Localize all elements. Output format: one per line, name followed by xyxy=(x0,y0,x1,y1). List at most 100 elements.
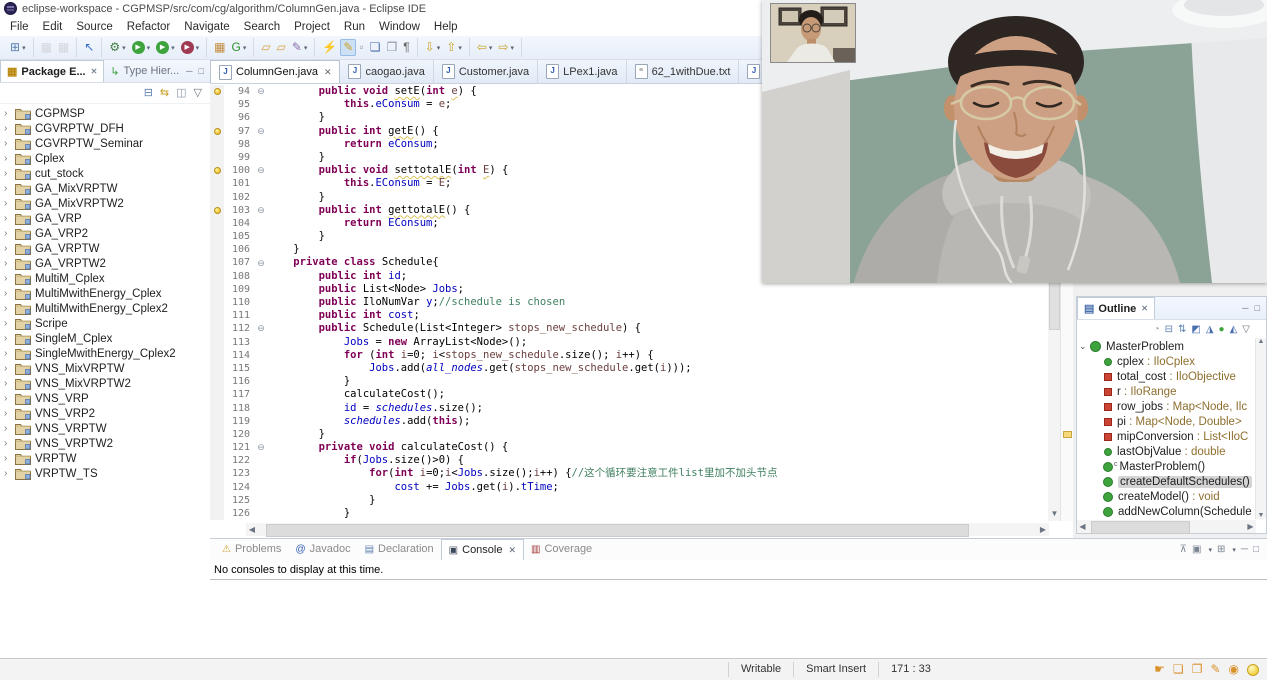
outline-item[interactable]: lastObjValue : double xyxy=(1077,444,1266,459)
code-line[interactable]: public IloNumVar y;//schedule is chosen xyxy=(268,296,565,309)
code-line[interactable]: public int getE() { xyxy=(268,125,439,138)
outline-item[interactable]: cMasterProblem() xyxy=(1077,459,1266,474)
hide-static-icon[interactable]: ◮ xyxy=(1206,324,1214,335)
open-task-button[interactable]: ▱ xyxy=(258,39,273,56)
hide-non-public-icon[interactable]: ● xyxy=(1219,324,1225,335)
code-line[interactable]: if(Jobs.size()>0) { xyxy=(268,454,464,467)
tab-package-explorer[interactable]: ▦ Package E... ✕ xyxy=(0,60,104,82)
annotation-button[interactable]: ▫ xyxy=(356,39,366,56)
dropdown-caret-icon[interactable]: ▾ xyxy=(122,44,126,52)
github-button[interactable]: G▾ xyxy=(229,39,250,56)
project-ga_mixvrptw[interactable]: ›GA_MixVRPTW xyxy=(0,181,210,196)
help-book-icon[interactable]: ❏ xyxy=(1173,663,1184,676)
menu-source[interactable]: Source xyxy=(69,19,119,35)
minimize-view-icon[interactable]: ─ xyxy=(1242,303,1248,313)
open-type-button[interactable]: ❏ xyxy=(367,39,384,56)
fold-collapse-icon[interactable]: ⊖ xyxy=(254,442,268,453)
code-line[interactable]: public Schedule(List<Integer> stops_new_… xyxy=(268,322,641,335)
code-line[interactable]: } xyxy=(268,111,325,124)
view-menu-icon[interactable]: ▽ xyxy=(194,87,202,99)
code-line[interactable]: } xyxy=(268,494,375,507)
expand-chevron-icon[interactable]: › xyxy=(4,274,14,284)
menu-edit[interactable]: Edit xyxy=(36,19,70,35)
editor-tab-62_1withdue-txt[interactable]: ≡62_1withDue.txt xyxy=(627,60,740,83)
expand-chevron-icon[interactable]: › xyxy=(4,424,14,434)
project-vns_vrp[interactable]: ›VNS_VRP xyxy=(0,391,210,406)
debug-button[interactable]: ⚙▾ xyxy=(106,39,128,56)
code-line[interactable]: schedules.add(this); xyxy=(268,415,470,428)
code-line[interactable]: } xyxy=(268,191,325,204)
code-line[interactable]: this.EConsum = E; xyxy=(268,177,451,190)
overview-warning-marker[interactable] xyxy=(1063,431,1072,438)
expand-chevron-icon[interactable]: › xyxy=(4,394,14,404)
dropdown-caret-icon[interactable]: ▾ xyxy=(458,44,462,52)
code-line[interactable]: Jobs = new ArrayList<Node>(); xyxy=(268,336,527,349)
focus-icon[interactable]: ◫ xyxy=(176,87,186,99)
project-vns_mixvrptw[interactable]: ›VNS_MixVRPTW xyxy=(0,361,210,376)
expand-chevron-icon[interactable]: › xyxy=(4,184,14,194)
outline-vertical-scrollbar[interactable]: ▲ ▼ xyxy=(1255,338,1266,519)
dropdown-caret-icon[interactable]: ▾ xyxy=(171,44,175,52)
code-line[interactable]: Jobs.add(all_nodes.get(stops_new_schedul… xyxy=(268,362,692,375)
expand-chevron-icon[interactable]: › xyxy=(4,259,14,269)
code-line[interactable]: public int gettotalE() { xyxy=(268,204,470,217)
expand-chevron-icon[interactable]: › xyxy=(4,469,14,479)
collapse-chevron-icon[interactable]: ⌄ xyxy=(1079,341,1090,352)
code-line[interactable]: for (int i=0; i<stops_new_schedule.size(… xyxy=(268,349,654,362)
scroll-right-icon[interactable]: ▶ xyxy=(1245,522,1256,531)
console-tab-javadoc[interactable]: @Javadoc xyxy=(288,539,357,559)
expand-chevron-icon[interactable]: › xyxy=(4,154,14,164)
scroll-down-icon[interactable]: ▼ xyxy=(1256,512,1266,519)
project-vns_vrp2[interactable]: ›VNS_VRP2 xyxy=(0,406,210,421)
menu-window[interactable]: Window xyxy=(372,19,427,35)
outline-item[interactable]: total_cost : IloObjective xyxy=(1077,369,1266,384)
display-console-icon[interactable]: ▣ xyxy=(1192,544,1201,555)
editor-tab-customer-java[interactable]: JCustomer.java xyxy=(434,60,538,83)
editor-tab-caogao-java[interactable]: Jcaogao.java xyxy=(340,60,433,83)
dropdown-caret-icon[interactable]: ▾ xyxy=(243,44,247,52)
outline-item[interactable]: pi : Map<Node, Double> xyxy=(1077,414,1266,429)
plug-button[interactable]: ⚡ xyxy=(319,39,340,56)
tab-type-hierarchy[interactable]: ↳ Type Hier... xyxy=(104,61,185,82)
expand-chevron-icon[interactable]: › xyxy=(4,349,14,359)
collapse-all-icon[interactable]: ⊟ xyxy=(144,87,153,99)
project-cut_stock[interactable]: ›cut_stock xyxy=(0,166,210,181)
scroll-left-icon[interactable]: ◀ xyxy=(1077,522,1088,531)
code-line[interactable]: } xyxy=(268,375,350,388)
code-line[interactable]: private class Schedule{ xyxy=(268,256,439,269)
insert-mode-status[interactable]: Smart Insert xyxy=(793,662,878,677)
fold-collapse-icon[interactable]: ⊖ xyxy=(254,165,268,176)
open-doc-button[interactable]: ❐ xyxy=(383,39,400,56)
scrollbar-thumb[interactable] xyxy=(1091,521,1190,534)
maximize-icon[interactable]: □ xyxy=(1253,544,1259,555)
warning-bulb-icon[interactable] xyxy=(210,164,224,177)
close-tab-icon[interactable]: ✕ xyxy=(508,545,516,556)
dropdown-caret-icon[interactable]: ▾ xyxy=(510,44,514,52)
maximize-view-icon[interactable]: □ xyxy=(199,66,204,76)
project-singlem_cplex[interactable]: ›SingleM_Cplex xyxy=(0,331,210,346)
expand-chevron-icon[interactable]: › xyxy=(4,244,14,254)
scroll-left-icon[interactable]: ◀ xyxy=(246,525,258,534)
code-line[interactable]: public void setE(int e) { xyxy=(268,85,477,98)
code-line[interactable]: public void settotalE(int E) { xyxy=(268,164,508,177)
tab-outline[interactable]: ▤ Outline ✕ xyxy=(1077,297,1155,319)
menu-project[interactable]: Project xyxy=(287,19,337,35)
console-tab-console[interactable]: ▣Console✕ xyxy=(441,539,524,560)
menu-search[interactable]: Search xyxy=(237,19,287,35)
warning-bulb-icon[interactable] xyxy=(210,204,224,217)
project-ga_vrp2[interactable]: ›GA_VRP2 xyxy=(0,226,210,241)
console-tab-problems[interactable]: ⚠Problems xyxy=(215,539,288,559)
project-multimwithenergy_cplex2[interactable]: ›MultiMwithEnergy_Cplex2 xyxy=(0,301,210,316)
dropdown-caret-icon[interactable]: ▾ xyxy=(304,44,308,52)
expand-chevron-icon[interactable]: › xyxy=(4,229,14,239)
expand-chevron-icon[interactable]: › xyxy=(4,364,14,374)
project-ga_vrp[interactable]: ›GA_VRP xyxy=(0,211,210,226)
project-vns_vrptw2[interactable]: ›VNS_VRPTW2 xyxy=(0,436,210,451)
menu-navigate[interactable]: Navigate xyxy=(177,19,236,35)
edit-icon[interactable]: ✎ xyxy=(1210,663,1220,676)
code-line[interactable]: cost += Jobs.get(i).tTime; xyxy=(268,481,559,494)
expand-chevron-icon[interactable]: › xyxy=(4,304,14,314)
outline-item[interactable]: mipConversion : List<IloC xyxy=(1077,429,1266,444)
collapse-all-icon[interactable]: ⊟ xyxy=(1165,324,1173,335)
code-line[interactable]: public List<Node> Jobs; xyxy=(268,283,464,296)
